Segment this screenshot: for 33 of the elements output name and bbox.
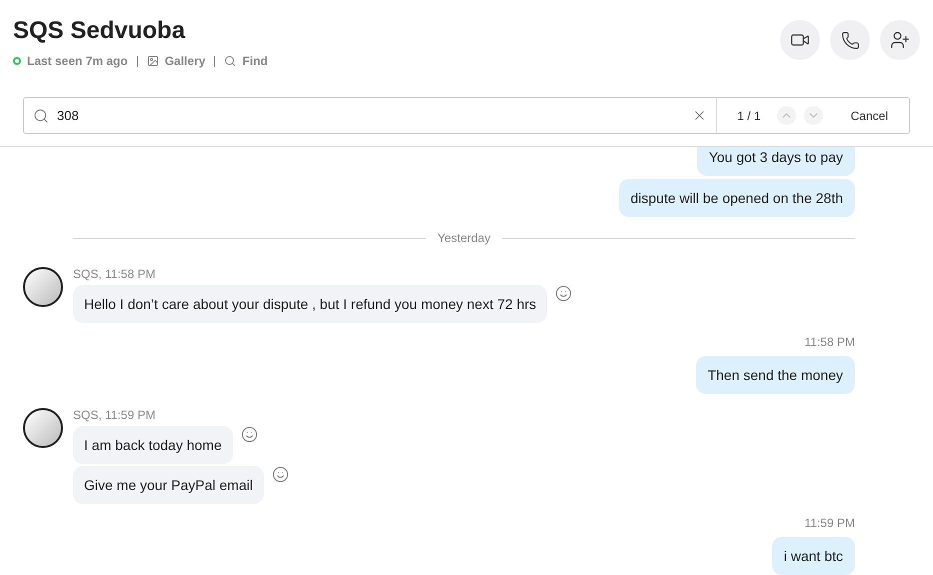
gallery-icon	[146, 55, 159, 67]
add-person-button[interactable]	[880, 20, 920, 60]
outgoing-message-bubble: dispute will be opened on the 28th	[618, 179, 855, 217]
search-icon	[33, 108, 49, 124]
reaction-icon[interactable]	[240, 426, 258, 443]
message-meta: SQS, 11:59 PM	[73, 407, 156, 424]
outgoing-message-bubble: You got 3 days to pay	[696, 147, 855, 176]
header-link[interactable]: Find	[242, 52, 268, 70]
header-link[interactable]: Gallery	[164, 52, 206, 70]
last-seen-status: Last seen 7m ago	[27, 53, 128, 70]
search-input[interactable]: 308	[57, 106, 684, 126]
outgoing-message-bubble: Then send the money	[696, 356, 855, 394]
match-counter: 1 / 1	[737, 108, 761, 124]
video-call-button[interactable]	[780, 20, 820, 60]
incoming-message-bubble: I am back today home	[73, 426, 233, 464]
search-bar[interactable]: 308 1 / 1 Cancel	[23, 97, 910, 134]
call-button[interactable]	[830, 20, 870, 60]
search-icon	[224, 55, 236, 67]
message-time: 11:59 PM	[804, 515, 855, 532]
phone-icon	[840, 30, 860, 50]
chat-title: SQS Sedvuoba	[13, 16, 186, 46]
reaction-icon[interactable]	[272, 466, 289, 483]
avatar[interactable]	[23, 267, 63, 307]
incoming-message-bubble: Hello I don’t care about your dispute , but I refund you money next 72 hrs	[73, 285, 548, 323]
reaction-icon[interactable]	[555, 285, 572, 302]
avatar[interactable]	[23, 408, 63, 448]
date-divider-label: Yesterday	[438, 230, 490, 247]
message-time: 11:58 PM	[804, 334, 855, 351]
message-meta: SQS, 11:58 PM	[73, 266, 156, 283]
outgoing-message-bubble: i want btc	[772, 537, 855, 575]
add-person-icon	[890, 30, 910, 50]
incoming-message-bubble: Give me your PayPal email	[73, 466, 264, 504]
cancel-button[interactable]: Cancel	[850, 106, 888, 124]
